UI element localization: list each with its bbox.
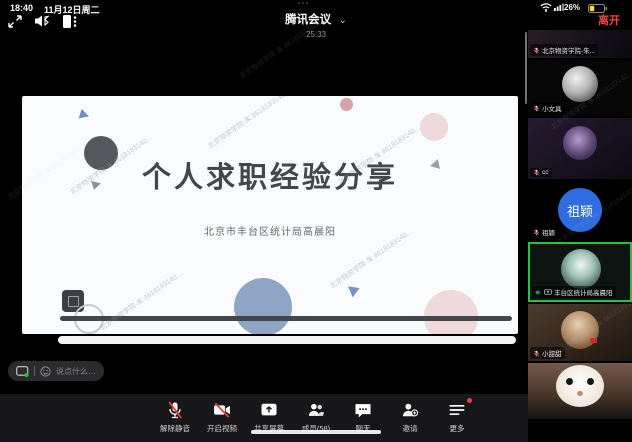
members-icon — [306, 400, 326, 420]
members-button[interactable]: 成员(58) — [299, 400, 333, 434]
share-screen-icon — [259, 400, 279, 420]
home-indicator[interactable] — [251, 430, 381, 434]
notification-badge — [467, 398, 472, 403]
camera-muted-icon — [212, 400, 232, 420]
avatar — [563, 126, 597, 160]
participant-tile[interactable]: 祖颖 祖颖 — [528, 181, 632, 240]
slide-title: 个人求职经验分享 — [22, 154, 518, 196]
start-video-button[interactable]: 开启视频 — [205, 400, 239, 434]
deco-circle — [340, 98, 353, 111]
deco-triangle — [79, 109, 91, 121]
mic-muted-icon — [533, 229, 540, 236]
captions-icon[interactable] — [16, 366, 29, 377]
deco-triangle — [348, 283, 362, 298]
battery-percent: 26% — [564, 3, 580, 12]
participant-tile[interactable]: cc — [528, 118, 632, 179]
chevron-down-icon[interactable]: ⌄ — [339, 15, 347, 26]
invite-icon — [400, 400, 420, 420]
watermark: 北京物资学院-朱 8618183140... — [98, 269, 184, 333]
leave-meeting-button[interactable]: 离开 — [598, 12, 620, 28]
deco-circle — [424, 290, 478, 334]
cellular-signal-icon — [554, 3, 564, 11]
minimize-window-icon[interactable] — [8, 15, 22, 28]
deco-circle — [420, 113, 448, 141]
chat-icon — [353, 400, 373, 420]
shared-screen-slide[interactable]: 个人求职经验分享 北京市丰台区统计局高晨阳 北京物资学院-朱 861818314… — [22, 96, 518, 334]
avatar — [562, 66, 598, 102]
camera-housing-dots — [298, 2, 308, 4]
watermark: 北京物资学院-朱 8618183140... — [206, 96, 292, 151]
tencent-meeting-window: 18:40 11月12日周二 腾讯会议 ⌄ 25:33 26% 离开 — [0, 0, 632, 442]
sidebar-scrollbar[interactable] — [525, 32, 527, 104]
participant-name-tag: 丰台区统计局高晨阳 — [532, 286, 616, 298]
slide-subtitle: 北京市丰台区统计局高晨阳 — [22, 223, 518, 238]
wifi-icon — [540, 3, 552, 12]
participant-tile[interactable]: 北京物资学院-朱... — [528, 30, 632, 58]
participant-tile-active-speaker[interactable]: 丰台区统计局高晨阳 — [528, 242, 632, 302]
participant-name-tag: 小文具 — [530, 102, 565, 114]
screen-sharing-icon — [544, 289, 552, 296]
participants-strip: 北京物资学院-朱... 小文具 cc — [528, 30, 632, 442]
participant-name-tag: 北京物资学院-朱... — [530, 44, 598, 56]
avatar-initials: 祖颖 — [558, 188, 602, 232]
meeting-title[interactable]: 腾讯会议 — [285, 14, 331, 26]
more-icon — [447, 400, 467, 420]
mic-muted-icon — [533, 350, 540, 357]
flag-detail — [590, 338, 597, 343]
participant-tile[interactable] — [528, 363, 632, 419]
mic-muted-icon — [533, 105, 540, 112]
participant-name-tag: 祖颖 — [530, 226, 558, 238]
meeting-timer: 25:33 — [216, 30, 416, 39]
participant-name-tag: 小甜甜 — [530, 347, 565, 359]
mic-muted-icon — [533, 169, 540, 176]
participant-name-tag: cc — [530, 168, 552, 177]
divider — [34, 366, 35, 376]
avatar — [556, 365, 604, 407]
unmute-button[interactable]: 解除静音 — [158, 400, 192, 434]
layout-view-icon[interactable] — [62, 14, 78, 29]
avatar — [561, 249, 601, 289]
audio-output-icon[interactable] — [34, 14, 50, 28]
speaking-volume-icon — [535, 289, 542, 296]
chat-button[interactable]: 聊天 — [346, 400, 380, 434]
deco-bar — [60, 316, 512, 321]
more-button[interactable]: 更多 — [440, 400, 474, 434]
share-screen-button[interactable]: 共享屏幕 — [252, 400, 286, 434]
deco-circle — [234, 278, 292, 334]
meeting-header[interactable]: 腾讯会议 ⌄ 25:33 — [216, 10, 416, 39]
mic-muted-icon — [165, 400, 185, 420]
emoji-smiley-icon[interactable] — [40, 366, 51, 377]
avatar — [561, 311, 599, 349]
participant-tile[interactable]: 小文具 — [528, 60, 632, 116]
caption-placeholder[interactable]: 说点什么… — [56, 366, 96, 377]
invite-button[interactable]: 邀请 — [393, 400, 427, 434]
mic-muted-icon — [533, 47, 540, 54]
clock: 18:40 — [10, 3, 33, 13]
participant-tile[interactable]: 小甜甜 — [528, 304, 632, 361]
next-slide-edge — [58, 336, 516, 344]
caption-bar[interactable]: 说点什么… — [8, 361, 104, 381]
